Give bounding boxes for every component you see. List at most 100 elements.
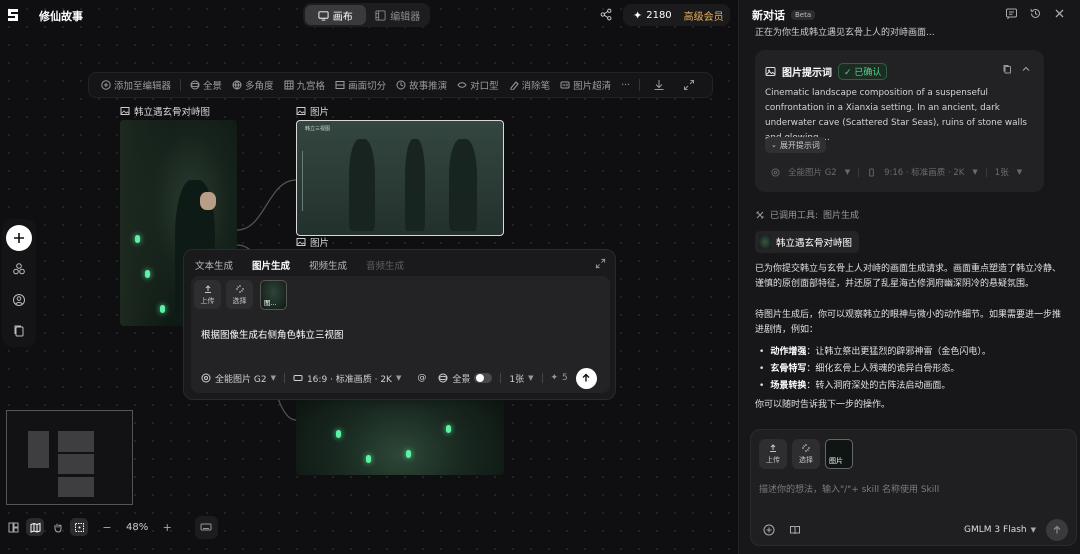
cost-value: 5 xyxy=(562,373,568,383)
assistant-paragraph: 已为你提交韩立与玄骨上人对峙的画面生成请求。画面重点塑造了韩立冷静、谨慎的原创面… xyxy=(755,264,1062,289)
toolbar-panorama[interactable]: 全景 xyxy=(185,78,227,92)
tab-video-gen[interactable]: 视频生成 xyxy=(309,258,347,272)
toolbar-eraser[interactable]: 消除笔 xyxy=(504,78,556,92)
assistant-message-top: 正在为你生成韩立遇见玄骨上人的对峙画面... xyxy=(755,28,935,37)
prompt-text[interactable]: 根据图像生成右侧角色韩立三视图 xyxy=(201,327,344,341)
chat-input-field[interactable]: 描述你的想法，输入"/"+ skill 名称使用 Skill xyxy=(759,482,939,495)
chat-send-button[interactable] xyxy=(1046,519,1068,541)
credits-badge[interactable]: ✦ 2180 高级会员 xyxy=(623,4,730,26)
mention-button[interactable]: @ xyxy=(417,373,426,383)
tab-text-gen[interactable]: 文本生成 xyxy=(195,258,233,272)
toolbar-nine-grid[interactable]: 九宫格 xyxy=(279,78,331,92)
toolbar-add-to-editor[interactable]: 添加至编辑器 xyxy=(96,78,176,92)
chevron-up-icon[interactable] xyxy=(1021,64,1031,74)
sparkle-select-icon xyxy=(801,443,811,453)
generate-send-button[interactable] xyxy=(575,367,597,389)
character-icon[interactable] xyxy=(12,293,26,307)
close-icon[interactable] xyxy=(1053,7,1066,20)
plus-circle-icon xyxy=(101,80,111,90)
toolbar-story[interactable]: 故事推演 xyxy=(391,78,452,92)
reference-thumbnail[interactable]: 图... xyxy=(260,280,287,310)
expand-prompt-button[interactable]: ⌄ 展开提示词 xyxy=(765,137,826,153)
model-icon xyxy=(201,373,211,383)
ratio-quality-select[interactable]: 16:9 · 标准画质 · 2K ▼ xyxy=(293,372,401,385)
chat-model-select[interactable]: GMLM 3 Flash ▼ xyxy=(964,525,1036,535)
sparkle-select-icon xyxy=(235,284,245,294)
chat-input-toolbar: GMLM 3 Flash ▼ xyxy=(763,519,1068,541)
zoom-in-button[interactable]: + xyxy=(158,518,176,536)
meta-model: 全能图片 G2 xyxy=(788,168,837,178)
story-icon xyxy=(396,80,406,90)
upload-button[interactable]: 上传 xyxy=(194,280,221,309)
count-select[interactable]: 1张 ▼ xyxy=(509,372,533,385)
assets-icon[interactable] xyxy=(12,262,26,276)
glow-crystal xyxy=(406,450,411,458)
vip-label[interactable]: 高级会员 xyxy=(684,8,724,23)
list-item-bold: 玄骨特写 xyxy=(770,364,807,374)
chevron-down-icon: ▼ xyxy=(1030,526,1036,534)
generation-controls: 全能图片 G2 ▼ 16:9 · 标准画质 · 2K ▼ @ 全景 1张 ▼ ✦… xyxy=(198,367,602,389)
copy-icon[interactable] xyxy=(1002,64,1012,74)
tab-canvas[interactable]: 画布 xyxy=(305,5,366,25)
node-label-main[interactable]: 韩立遇玄骨对峙图 xyxy=(120,104,210,118)
toolbar-divider xyxy=(639,79,641,91)
toolbar-split[interactable]: 画面切分 xyxy=(330,78,391,92)
assistant-paragraph: 你可以随时告诉我下一步的操作。 xyxy=(755,400,891,410)
controls-divider xyxy=(500,373,502,383)
model-name: 全能图片 G2 xyxy=(215,374,267,385)
plus-circle-icon[interactable] xyxy=(763,524,775,536)
hand-tool-button[interactable] xyxy=(48,518,66,536)
node-label-cave[interactable]: 图片 xyxy=(296,235,329,249)
panorama-toggle-group: 全景 xyxy=(438,372,493,385)
panorama-icon xyxy=(190,80,200,90)
copy-icon[interactable] xyxy=(12,324,26,338)
chat-upload-button[interactable]: 上传 xyxy=(759,439,787,469)
chip-label: 韩立遇玄骨对峙图 xyxy=(776,238,853,249)
new-chat-icon[interactable] xyxy=(1005,7,1018,20)
expand-icon[interactable] xyxy=(595,258,606,269)
chat-select-button[interactable]: 选择 xyxy=(792,439,820,469)
generated-image-chip[interactable]: 韩立遇玄骨对峙图 xyxy=(755,231,860,253)
stone-wall xyxy=(120,120,170,326)
toolbar-item-label: 添加至编辑器 xyxy=(114,81,172,92)
keyboard-shortcuts-button[interactable] xyxy=(195,516,218,539)
minus-icon: − xyxy=(102,520,112,534)
tab-editor[interactable]: 编辑器 xyxy=(368,5,429,25)
chat-title: 新对话 xyxy=(752,9,785,22)
add-node-button[interactable] xyxy=(6,225,32,251)
toolbar-lipsync[interactable]: 对口型 xyxy=(452,78,504,92)
glow-crystal xyxy=(336,430,341,438)
history-icon[interactable] xyxy=(1029,7,1042,20)
map-button[interactable] xyxy=(26,518,44,536)
tab-canvas-label: 画布 xyxy=(332,11,353,23)
list-item-rest: ：转入洞府深处的古阵法启动画面。 xyxy=(806,381,951,391)
node-label-sheet[interactable]: 图片 xyxy=(296,104,329,118)
credits-count: 2180 xyxy=(646,9,672,21)
model-select[interactable]: 全能图片 G2 ▼ xyxy=(201,372,276,385)
book-icon[interactable] xyxy=(789,524,801,536)
meta-divider xyxy=(858,167,860,177)
layout-button[interactable] xyxy=(4,518,22,536)
zoom-level[interactable]: 48% xyxy=(126,522,148,533)
zoom-out-button[interactable]: − xyxy=(98,518,116,536)
tab-image-gen[interactable]: 图片生成 xyxy=(252,258,290,272)
view-switch: 画布 编辑器 xyxy=(303,3,430,27)
split-icon xyxy=(335,80,345,90)
toolbar-multi-angle[interactable]: 多角度 xyxy=(227,78,279,92)
toolbar-upscale[interactable]: 图片超清 xyxy=(555,78,616,92)
project-title[interactable]: 修仙故事 xyxy=(39,8,83,24)
select-tool-button[interactable] xyxy=(70,518,88,536)
bullet: • xyxy=(759,347,765,357)
select-button[interactable]: 选择 xyxy=(226,280,253,309)
chat-attached-image[interactable]: 图片 xyxy=(825,439,853,469)
app-logo-icon[interactable] xyxy=(6,7,20,23)
share-button[interactable] xyxy=(596,4,618,26)
download-icon[interactable] xyxy=(652,78,666,92)
minimap[interactable] xyxy=(6,410,133,505)
chat-attached-image-label: 图片 xyxy=(829,457,843,465)
panorama-toggle[interactable] xyxy=(474,373,493,383)
bullet: • xyxy=(759,364,765,374)
toolbar-more[interactable]: ··· xyxy=(616,80,635,91)
image-node-character-sheet[interactable]: 韩立三视图 xyxy=(296,120,504,236)
fullscreen-icon[interactable] xyxy=(682,78,696,92)
